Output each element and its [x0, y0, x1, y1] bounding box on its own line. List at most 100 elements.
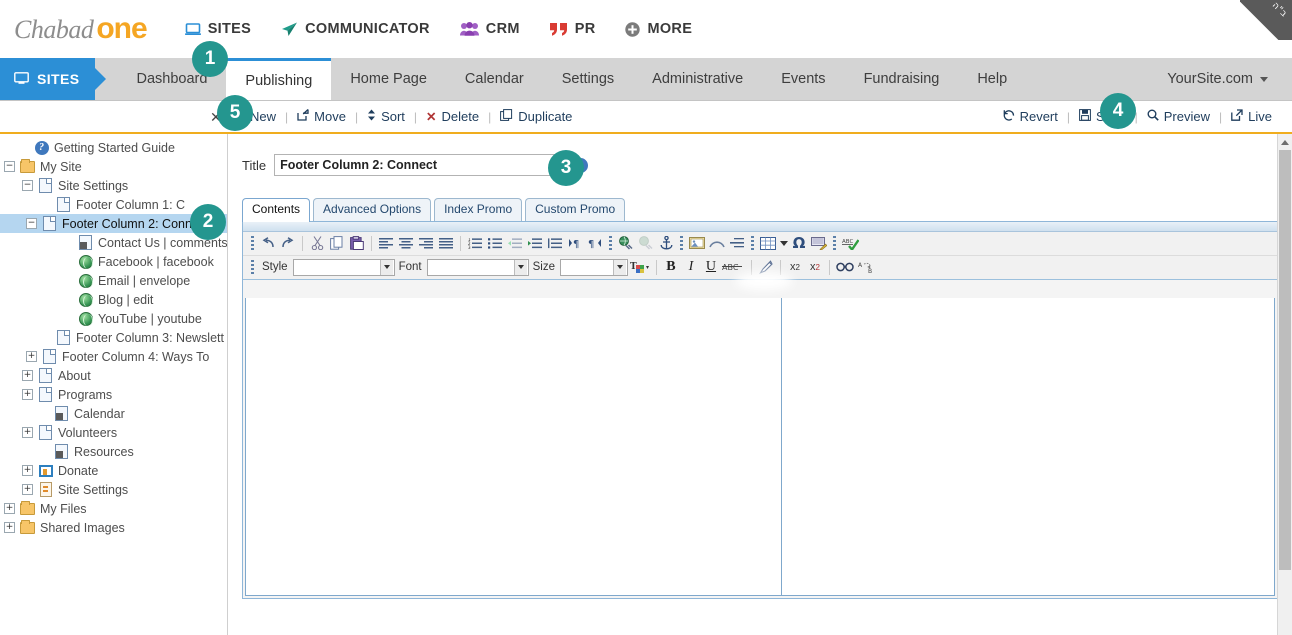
tab-advanced-options[interactable]: Advanced Options: [313, 198, 432, 222]
tab-contents[interactable]: Contents: [242, 198, 311, 222]
subscript-icon[interactable]: x2: [785, 257, 805, 277]
outdent-icon[interactable]: [505, 233, 525, 253]
tree-node-footer-column-3[interactable]: Footer Column 3: Newslett: [0, 328, 227, 347]
blockquote-icon[interactable]: [545, 233, 565, 253]
tree-node-programs[interactable]: + Programs: [0, 385, 227, 404]
tree-toggle-expand[interactable]: +: [22, 465, 33, 476]
move-button[interactable]: Move: [291, 109, 352, 124]
redo-icon[interactable]: [278, 233, 298, 253]
align-justify-icon[interactable]: [436, 233, 456, 253]
editor-content-area[interactable]: [246, 297, 782, 595]
sidebar-item-publishing[interactable]: Publishing: [226, 58, 332, 100]
tree-node-site-settings[interactable]: − Site Settings: [0, 176, 227, 195]
tree-toggle-expand[interactable]: +: [22, 370, 33, 381]
bold-icon[interactable]: B: [661, 257, 681, 277]
style-select[interactable]: [292, 258, 395, 276]
paste-icon[interactable]: [347, 233, 367, 253]
bulleted-list-icon[interactable]: [485, 233, 505, 253]
find-icon[interactable]: [834, 257, 856, 277]
tree-toggle-expand[interactable]: +: [4, 522, 15, 533]
tree-node-blog[interactable]: Blog | edit: [0, 290, 227, 309]
tree-node-facebook[interactable]: Facebook | facebook: [0, 252, 227, 271]
revert-button[interactable]: Revert: [997, 109, 1064, 124]
global-nav-communicator[interactable]: COMMUNICATOR: [279, 17, 432, 41]
font-select[interactable]: [426, 258, 529, 276]
link-icon[interactable]: [616, 233, 636, 253]
sidebar-item-events[interactable]: Events: [762, 58, 844, 100]
tree-toggle-collapse[interactable]: −: [26, 218, 37, 229]
duplicate-button[interactable]: Duplicate: [494, 109, 578, 124]
tree-toggle-expand[interactable]: +: [22, 484, 33, 495]
underline-icon[interactable]: U: [701, 257, 721, 277]
tree-node-shared-images[interactable]: + Shared Images: [0, 518, 227, 537]
sidebar-item-fundraising[interactable]: Fundraising: [845, 58, 959, 100]
global-nav-sites[interactable]: SITES: [183, 17, 253, 41]
sort-button[interactable]: Sort: [361, 109, 411, 124]
toolbar-grip[interactable]: [751, 235, 754, 251]
global-nav-pr[interactable]: PR: [548, 17, 598, 41]
tree-node-my-site[interactable]: − My Site: [0, 157, 227, 176]
tree-toggle-expand[interactable]: +: [26, 351, 37, 362]
templates-icon[interactable]: [809, 233, 829, 253]
tab-custom-promo[interactable]: Custom Promo: [525, 198, 626, 222]
tree-node-about[interactable]: + About: [0, 366, 227, 385]
tree-node-youtube[interactable]: YouTube | youtube: [0, 309, 227, 328]
sidebar-item-help[interactable]: Help: [958, 58, 1026, 100]
special-char-icon[interactable]: Ω: [789, 233, 809, 253]
cut-icon[interactable]: [307, 233, 327, 253]
spellcheck-icon[interactable]: ABC: [840, 233, 860, 253]
ltr-icon[interactable]: ¶: [565, 233, 585, 253]
tree-node-contact-us[interactable]: Contact Us | comments: [0, 233, 227, 252]
preview-button[interactable]: Preview: [1141, 109, 1216, 124]
scrollbar-thumb[interactable]: [1279, 150, 1291, 570]
global-nav-crm[interactable]: CRM: [458, 17, 522, 41]
sidebar-item-calendar[interactable]: Calendar: [446, 58, 543, 100]
toolbar-grip[interactable]: [833, 235, 836, 251]
sidebar-item-home-page[interactable]: Home Page: [331, 58, 446, 100]
site-selector[interactable]: YourSite.com: [1157, 58, 1292, 100]
section-tag-sites[interactable]: SITES: [0, 58, 107, 100]
indent-icon[interactable]: [525, 233, 545, 253]
align-left-icon[interactable]: [376, 233, 396, 253]
tree-toggle-expand[interactable]: +: [4, 503, 15, 514]
tree-node-footer-column-4[interactable]: + Footer Column 4: Ways To: [0, 347, 227, 366]
tree-toggle-collapse[interactable]: −: [22, 180, 33, 191]
toolbar-grip[interactable]: [680, 235, 683, 251]
superscript-icon[interactable]: x2: [805, 257, 825, 277]
horizontal-rule-icon[interactable]: [727, 233, 747, 253]
unlink-icon[interactable]: [636, 233, 656, 253]
editor-canvas[interactable]: [245, 297, 1275, 596]
size-select[interactable]: [559, 258, 628, 276]
delete-button[interactable]: ✕ Delete: [420, 109, 485, 124]
chabad-one-logo[interactable]: Chabad one: [14, 12, 148, 46]
flash-icon[interactable]: [707, 233, 727, 253]
sidebar-item-settings[interactable]: Settings: [543, 58, 633, 100]
tree-node-calendar[interactable]: Calendar: [0, 404, 227, 423]
tree-toggle-collapse[interactable]: −: [4, 161, 15, 172]
align-right-icon[interactable]: [416, 233, 436, 253]
tree-node-donate[interactable]: + Donate: [0, 461, 227, 480]
tab-index-promo[interactable]: Index Promo: [434, 198, 523, 222]
replace-icon[interactable]: AB: [856, 257, 878, 277]
scroll-up-button[interactable]: [1278, 134, 1292, 150]
table-dropdown-icon[interactable]: [778, 233, 789, 253]
tree-node-email[interactable]: Email | envelope: [0, 271, 227, 290]
image-icon[interactable]: [687, 233, 707, 253]
toolbar-grip[interactable]: [609, 235, 612, 251]
tree-node-my-files[interactable]: + My Files: [0, 499, 227, 518]
toolbar-grip[interactable]: [251, 235, 254, 251]
tree-toggle-expand[interactable]: +: [22, 427, 33, 438]
vertical-scrollbar[interactable]: [1277, 134, 1292, 635]
title-input[interactable]: [274, 154, 565, 176]
align-center-icon[interactable]: [396, 233, 416, 253]
tree-node-resources[interactable]: Resources: [0, 442, 227, 461]
anchor-icon[interactable]: [656, 233, 676, 253]
live-button[interactable]: Live: [1225, 109, 1278, 124]
tree-node-volunteers[interactable]: + Volunteers: [0, 423, 227, 442]
tree-node-site-settings-2[interactable]: + Site Settings: [0, 480, 227, 499]
italic-icon[interactable]: I: [681, 257, 701, 277]
tree-toggle-expand[interactable]: +: [22, 389, 33, 400]
rtl-icon[interactable]: ¶: [585, 233, 605, 253]
text-color-icon[interactable]: T: [628, 257, 652, 277]
global-nav-more[interactable]: MORE: [623, 17, 694, 41]
